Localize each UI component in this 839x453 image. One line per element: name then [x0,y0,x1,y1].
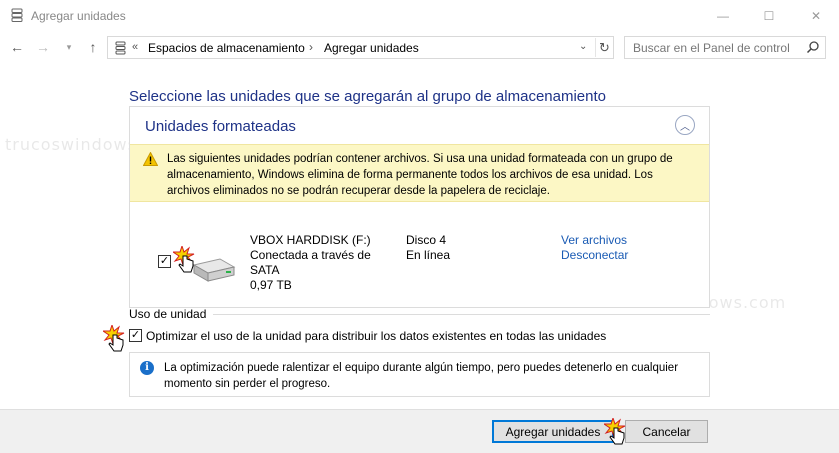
view-files-link[interactable]: Ver archivos [561,233,627,247]
collapse-button[interactable]: ︿ [675,115,695,135]
breadcrumb-storage-spaces[interactable]: Espacios de almacenamiento [148,41,305,55]
optimize-label[interactable]: Optimizar el uso de la unidad para distr… [146,329,606,343]
cancel-button[interactable]: Cancelar [625,420,708,443]
address-dropdown-icon[interactable]: ⌄ [579,41,587,52]
arrow-right-icon: → [36,39,50,55]
warning-banner: Las siguientes unidades podrían contener… [130,144,709,202]
storage-spaces-icon [11,8,23,22]
warning-text: Las siguientes unidades podrían contener… [167,153,673,197]
window-title: Agregar unidades [31,9,126,23]
section-divider [213,314,710,315]
maximize-icon: ☐ [763,8,775,23]
close-icon: ✕ [810,8,822,23]
refresh-icon: ↻ [599,39,610,55]
disconnect-link[interactable]: Desconectar [561,248,628,262]
minimize-icon: — [717,8,729,23]
arrow-up-icon: ↑ [89,39,97,55]
panel-title: Unidades formateadas [145,118,296,135]
drive-checkbox[interactable]: ✓ [158,255,171,268]
search-placeholder: Buscar en el Panel de control [633,41,790,55]
forward-button[interactable]: → [33,37,53,57]
search-icon [806,41,819,54]
usage-section-label: Uso de unidad [129,307,207,321]
maximize-button[interactable]: ☐ [746,0,792,31]
arrow-left-icon: ← [10,39,24,55]
info-text: La optimización puede ralentizar el equi… [164,362,679,390]
refresh-button[interactable]: ↻ [595,38,613,57]
minimize-button[interactable]: — [700,0,746,31]
storage-spaces-icon [115,41,126,55]
add-drives-button[interactable]: Agregar unidades [492,420,614,443]
search-input[interactable]: Buscar en el Panel de control [624,36,826,59]
click-indicator-icon [173,246,195,273]
drive-name: VBOX HARDDISK (F:) [250,233,371,247]
address-bar[interactable]: « Espacios de almacenamiento › Agregar u… [107,36,614,59]
click-indicator-icon [604,418,626,445]
chevron-down-icon: ▾ [66,41,72,52]
drive-disk-number: Disco 4 [406,233,447,247]
breadcrumb-separator[interactable]: › [309,40,313,54]
formatted-drives-panel: Unidades formateadas ︿ Las siguientes un… [129,106,710,308]
info-box: i La optimización puede ralentizar el eq… [129,352,710,397]
info-icon: i [140,361,154,375]
title-bar: Agregar unidades — ☐ ✕ [0,0,839,31]
optimize-checkbox[interactable]: ✓ [129,329,142,342]
drive-connection: Conectada a través de SATA [250,248,371,277]
drive-size: 0,97 TB [250,278,292,292]
up-button[interactable]: ↑ [83,37,103,57]
warning-icon [143,152,158,166]
overflow-crumb[interactable]: « [132,41,138,53]
dialog-footer: Agregar unidades Cancelar [0,409,839,453]
breadcrumb-add-drives[interactable]: Agregar unidades [324,41,419,55]
back-button[interactable]: ← [7,37,27,57]
close-button[interactable]: ✕ [793,0,839,31]
drive-status: En línea [406,248,451,262]
chevron-up-icon: ︿ [680,121,690,133]
navigation-bar: ← → ▾ ↑ « Espacios de almacenamiento › A… [0,31,839,64]
page-heading: Seleccione las unidades que se agregarán… [129,88,606,105]
click-indicator-icon [103,325,125,352]
recent-locations-button[interactable]: ▾ [59,37,79,57]
